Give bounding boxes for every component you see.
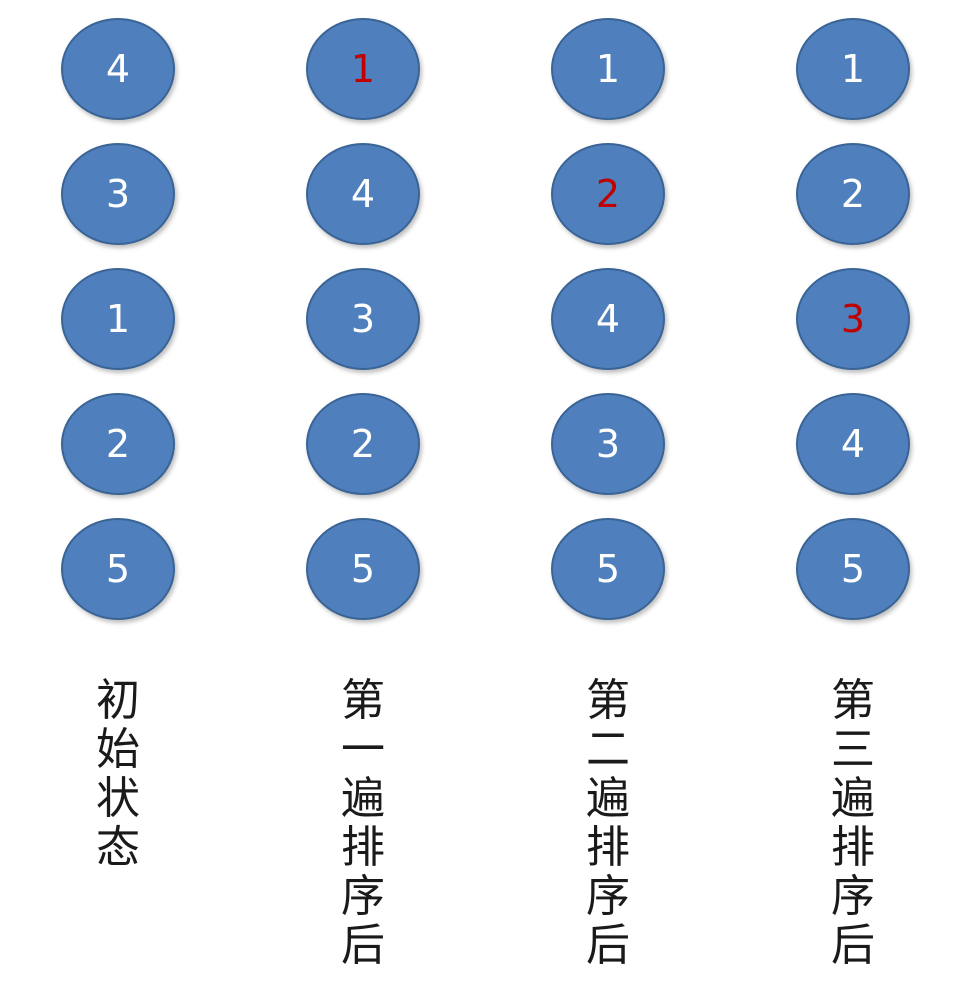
node-circle: 1 <box>796 18 910 120</box>
column-initial-state: 4 3 1 2 5 初 始 状 态 <box>61 0 175 1006</box>
node-circle: 2 <box>796 143 910 245</box>
node-circle: 1 <box>61 268 175 370</box>
node-circle: 5 <box>551 518 665 620</box>
column-pass-3: 1 2 3 4 5 第 三 遍 排 序 后 <box>796 0 910 1006</box>
node-circle: 5 <box>796 518 910 620</box>
column-pass-2: 1 2 4 3 5 第 二 遍 排 序 后 <box>551 0 665 1006</box>
node-circle: 1 <box>551 18 665 120</box>
column-label: 第 二 遍 排 序 后 <box>586 675 630 971</box>
node-circle: 3 <box>61 143 175 245</box>
node-circle: 4 <box>61 18 175 120</box>
node-circle: 3 <box>796 268 910 370</box>
node-circle: 5 <box>306 518 420 620</box>
column-label: 第 三 遍 排 序 后 <box>831 675 875 971</box>
node-circle: 4 <box>306 143 420 245</box>
column-label: 初 始 状 态 <box>96 675 140 873</box>
node-circle: 2 <box>61 393 175 495</box>
node-circle: 3 <box>306 268 420 370</box>
node-circle: 2 <box>551 143 665 245</box>
node-circle: 2 <box>306 393 420 495</box>
node-circle: 3 <box>551 393 665 495</box>
node-circle: 1 <box>306 18 420 120</box>
column-label: 第 一 遍 排 序 后 <box>341 675 385 971</box>
sort-passes-diagram: 4 3 1 2 5 初 始 状 态 1 4 3 2 5 第 一 遍 排 序 后 … <box>0 0 956 1006</box>
node-circle: 4 <box>796 393 910 495</box>
column-pass-1: 1 4 3 2 5 第 一 遍 排 序 后 <box>306 0 420 1006</box>
node-circle: 5 <box>61 518 175 620</box>
node-circle: 4 <box>551 268 665 370</box>
